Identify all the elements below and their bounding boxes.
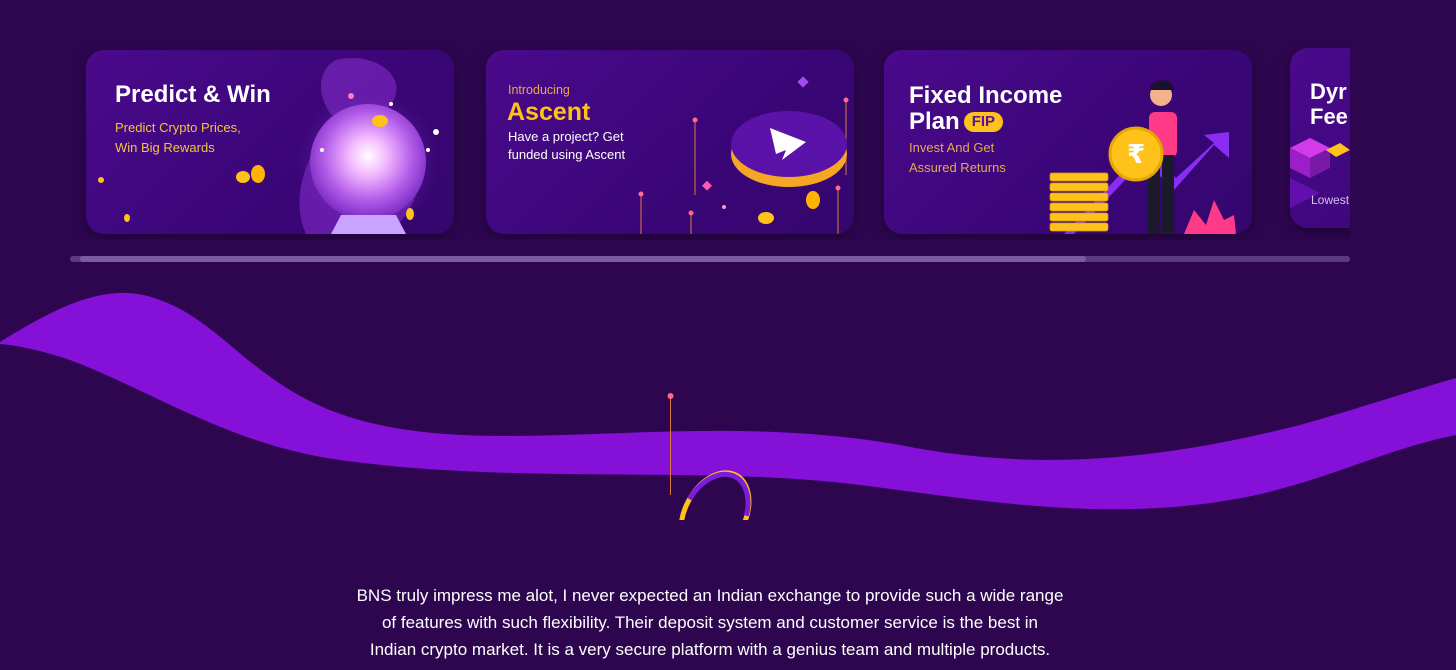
svg-text:₹: ₹ [1127, 140, 1145, 170]
card-title-line1: Fixed Income [909, 82, 1063, 109]
card-subtitle-line1: Have a project? Get [508, 129, 624, 144]
carousel-scrollbar[interactable] [70, 256, 1350, 262]
page: Predict & Win Predict Crypto Prices, Win… [0, 0, 1456, 670]
testimonial-line1: BNS truly impress me alot, I never expec… [356, 586, 1064, 605]
card-subtitle-line1: Invest And Get [909, 140, 995, 155]
card-title: Predict & Win [115, 81, 271, 108]
carousel-scrollbar-thumb[interactable] [80, 256, 1086, 262]
card-subtitle-line1: Predict Crypto Prices, [115, 120, 241, 135]
promo-card-fixed-income-plan[interactable]: ₹ Fixed Income Plan FIP Invest And Get As… [884, 50, 1252, 234]
testimonial-line2: of features with such flexibility. Their… [381, 613, 1039, 632]
promo-card-ascent[interactable]: Introducing Ascent Have a project? Get f… [486, 50, 854, 234]
fip-badge: FIP [963, 112, 1004, 132]
promo-card-predict-win[interactable]: Predict & Win Predict Crypto Prices, Win… [86, 50, 454, 234]
promo-carousel[interactable]: Predict & Win Predict Crypto Prices, Win… [70, 40, 1350, 240]
card-title-line1: Dyr [1310, 79, 1347, 104]
card-subtitle-line2: funded using Ascent [508, 147, 626, 162]
card-title: Ascent [507, 98, 591, 126]
testimonial-quote: BNS truly impress me alot, I never expec… [320, 582, 1100, 663]
card-subtitle: Lowest [1311, 193, 1350, 207]
card-subtitle-line2: Win Big Rewards [115, 140, 215, 155]
card-title-line2: Fee [1310, 104, 1348, 129]
card-title-plan: Plan [909, 108, 960, 135]
promo-card-dynamic-fees[interactable]: Dyr Fee Lowest [1290, 48, 1350, 228]
card-subtitle-line2: Assured Returns [909, 160, 1006, 175]
card-intro-label: Introducing [508, 83, 570, 97]
decorative-wave [0, 292, 1456, 520]
testimonial-line3: Indian crypto market. It is a very secur… [369, 640, 1051, 659]
card-title-line2: Plan FIP [909, 108, 1004, 135]
